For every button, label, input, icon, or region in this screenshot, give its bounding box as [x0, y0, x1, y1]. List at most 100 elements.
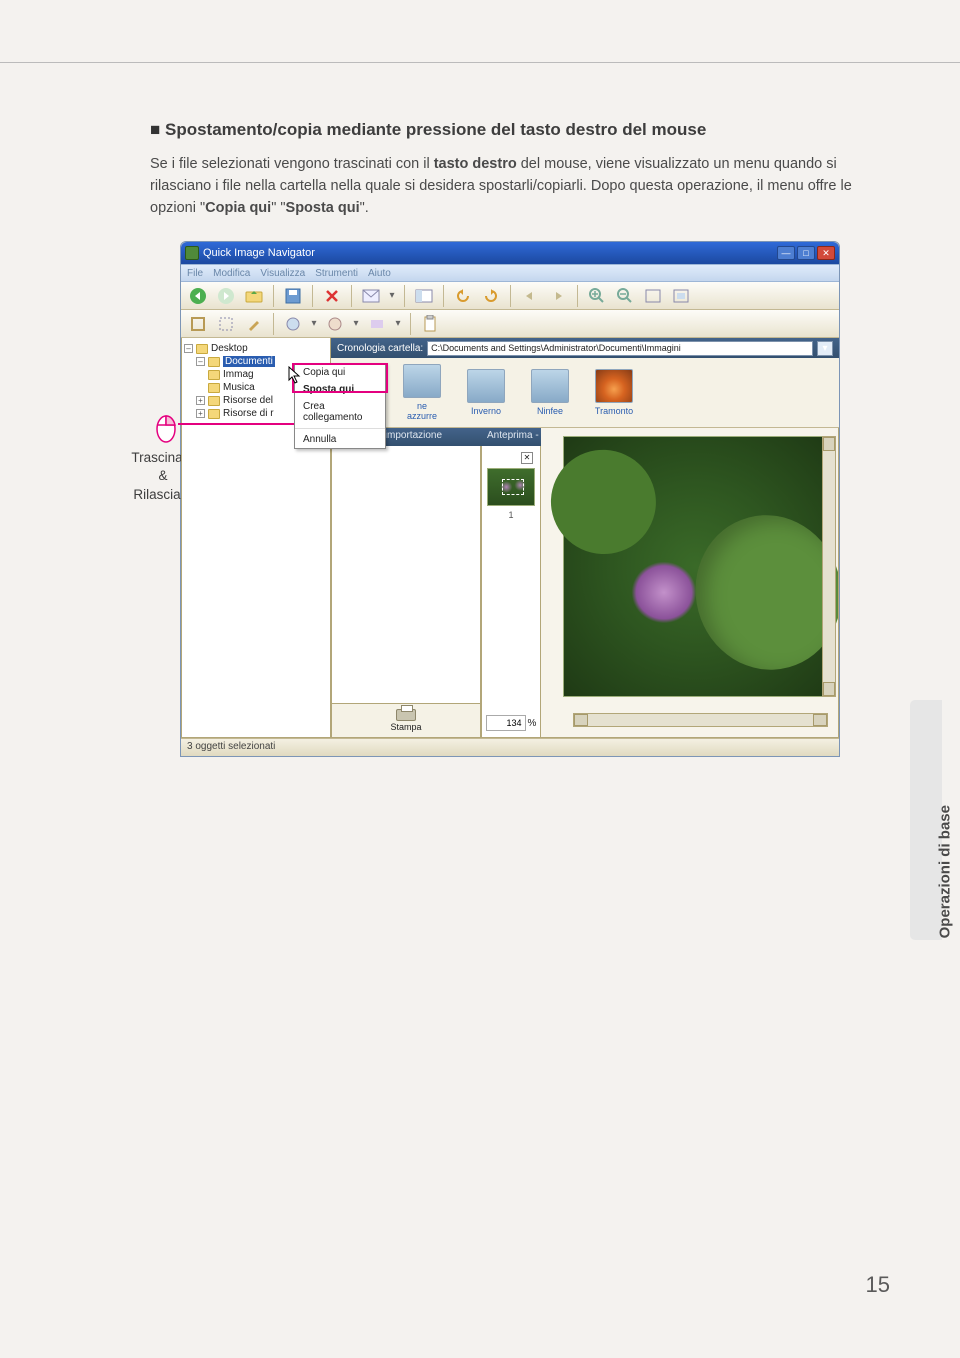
print-label: Stampa: [390, 722, 421, 732]
ctx-create-link[interactable]: Crea collegamento: [295, 398, 385, 426]
path-dropdown-icon[interactable]: ▾: [817, 341, 833, 356]
preview-canvas[interactable]: [541, 428, 839, 738]
folder-icon: [208, 396, 220, 406]
titlebar: Quick Image Navigator — □ ✕: [181, 242, 839, 264]
toolbar-separator: [410, 313, 411, 335]
forward-icon[interactable]: [215, 285, 237, 307]
clipboard-icon[interactable]: [419, 313, 441, 335]
collapse-icon[interactable]: –: [184, 344, 193, 353]
thumbnail-item[interactable]: ne azzurre: [401, 364, 443, 421]
next-icon[interactable]: [547, 285, 569, 307]
callout-line: [178, 423, 298, 425]
scroll-right-icon[interactable]: [813, 714, 827, 726]
printer-icon: [396, 709, 416, 721]
scroll-up-icon[interactable]: [823, 437, 835, 451]
tree-risorse-rete[interactable]: Risorse di r: [223, 408, 274, 419]
zoom-in-icon[interactable]: [586, 285, 608, 307]
toolbar-primary: ▾: [181, 282, 839, 310]
body-b3: Sposta qui: [286, 200, 360, 216]
mail-icon[interactable]: [360, 285, 382, 307]
adjust1-icon[interactable]: [282, 313, 304, 335]
horizontal-scrollbar[interactable]: [573, 713, 828, 727]
section-body: Se i file selezionati vengono trascinati…: [150, 154, 870, 219]
select-icon[interactable]: [215, 313, 237, 335]
folder-icon: [208, 370, 220, 380]
preview-pane: [541, 428, 839, 738]
expand-icon[interactable]: +: [196, 409, 205, 418]
print-button[interactable]: Stampa: [331, 704, 481, 738]
expand-icon[interactable]: +: [196, 396, 205, 405]
layout-icon[interactable]: [413, 285, 435, 307]
import-body[interactable]: [331, 446, 481, 704]
scroll-down-icon[interactable]: [823, 682, 835, 696]
zoom-out-icon[interactable]: [614, 285, 636, 307]
save-icon[interactable]: [282, 285, 304, 307]
rotate-left-icon[interactable]: [452, 285, 474, 307]
ctx-copy-here[interactable]: Copia qui: [295, 364, 385, 381]
dropdown-icon[interactable]: ▾: [310, 318, 318, 329]
adjust3-icon[interactable]: [366, 313, 388, 335]
back-icon[interactable]: [187, 285, 209, 307]
menu-file[interactable]: File: [187, 268, 203, 279]
tree-immagini[interactable]: Immag: [223, 369, 254, 380]
crop-icon[interactable]: [187, 313, 209, 335]
toolbar-secondary: ▾ ▾ ▾: [181, 310, 839, 338]
toolbar-separator: [443, 285, 444, 307]
thumbnail-item[interactable]: Inverno: [465, 369, 507, 416]
vertical-scrollbar[interactable]: [822, 436, 836, 697]
dropdown-icon[interactable]: ▾: [352, 318, 360, 329]
menu-help[interactable]: Aiuto: [368, 268, 391, 279]
adjust2-icon[interactable]: [324, 313, 346, 335]
rotate-right-icon[interactable]: [480, 285, 502, 307]
scroll-left-icon[interactable]: [574, 714, 588, 726]
body-t: Se i file selezionati vengono trascinati…: [150, 156, 434, 172]
toolbar-separator: [577, 285, 578, 307]
prev-icon[interactable]: [519, 285, 541, 307]
preview-image: [563, 436, 828, 697]
section-heading: Spostamento/copia mediante pressione del…: [150, 120, 870, 140]
page-number: 15: [866, 1272, 890, 1298]
thumb-label: Ninfee: [537, 406, 563, 416]
tree-documenti[interactable]: Documenti: [223, 356, 275, 367]
folder-up-icon[interactable]: [243, 285, 265, 307]
import-pane: Cartella di importazione Stampa: [331, 428, 481, 738]
fit-icon[interactable]: [642, 285, 664, 307]
thumb-label: Inverno: [471, 406, 501, 416]
dropdown-icon[interactable]: ▾: [388, 290, 396, 301]
mouse-icon: [154, 411, 178, 448]
dropdown-icon[interactable]: ▾: [394, 318, 402, 329]
tree-musica[interactable]: Musica: [223, 382, 255, 393]
menu-tools[interactable]: Strumenti: [315, 268, 358, 279]
toolbar-separator: [510, 285, 511, 307]
minimize-button[interactable]: —: [777, 246, 795, 260]
app-icon: [185, 246, 199, 260]
delete-icon[interactable]: [321, 285, 343, 307]
folder-icon: [196, 344, 208, 354]
zoom-input[interactable]: [486, 715, 526, 731]
tree-risorse-computer[interactable]: Risorse del: [223, 395, 273, 406]
actual-size-icon[interactable]: [670, 285, 692, 307]
toolbar-separator: [273, 313, 274, 335]
maximize-button[interactable]: □: [797, 246, 815, 260]
menu-view[interactable]: Visualizza: [260, 268, 305, 279]
thumb-label: Tramonto: [595, 406, 633, 416]
ctx-move-here[interactable]: Sposta qui: [295, 381, 385, 398]
mini-thumbnail[interactable]: [487, 468, 535, 506]
tree-desktop[interactable]: Desktop: [211, 343, 248, 354]
body-t4: ".: [360, 200, 369, 216]
brush-icon[interactable]: [243, 313, 265, 335]
close-thumb-icon[interactable]: ✕: [521, 452, 533, 464]
thumbnail-item[interactable]: Tramonto: [593, 369, 635, 416]
preview-header: Anteprima - [Ninfee.jpg]: [481, 428, 541, 446]
menu-edit[interactable]: Modifica: [213, 268, 250, 279]
preview-thumb-pane: Anteprima - [Ninfee.jpg] ✕ 1 %: [481, 428, 541, 738]
ctx-cancel[interactable]: Annulla: [295, 431, 385, 448]
collapse-icon[interactable]: –: [196, 357, 205, 366]
body-t3: " ": [271, 200, 285, 216]
statusbar: 3 oggetti selezionati: [181, 738, 839, 756]
path-input[interactable]: [427, 341, 813, 356]
close-button[interactable]: ✕: [817, 246, 835, 260]
side-tab-label: Operazioni di base: [936, 805, 953, 938]
app-window: Quick Image Navigator — □ ✕ File Modific…: [180, 241, 840, 757]
thumbnail-item[interactable]: Ninfee: [529, 369, 571, 416]
